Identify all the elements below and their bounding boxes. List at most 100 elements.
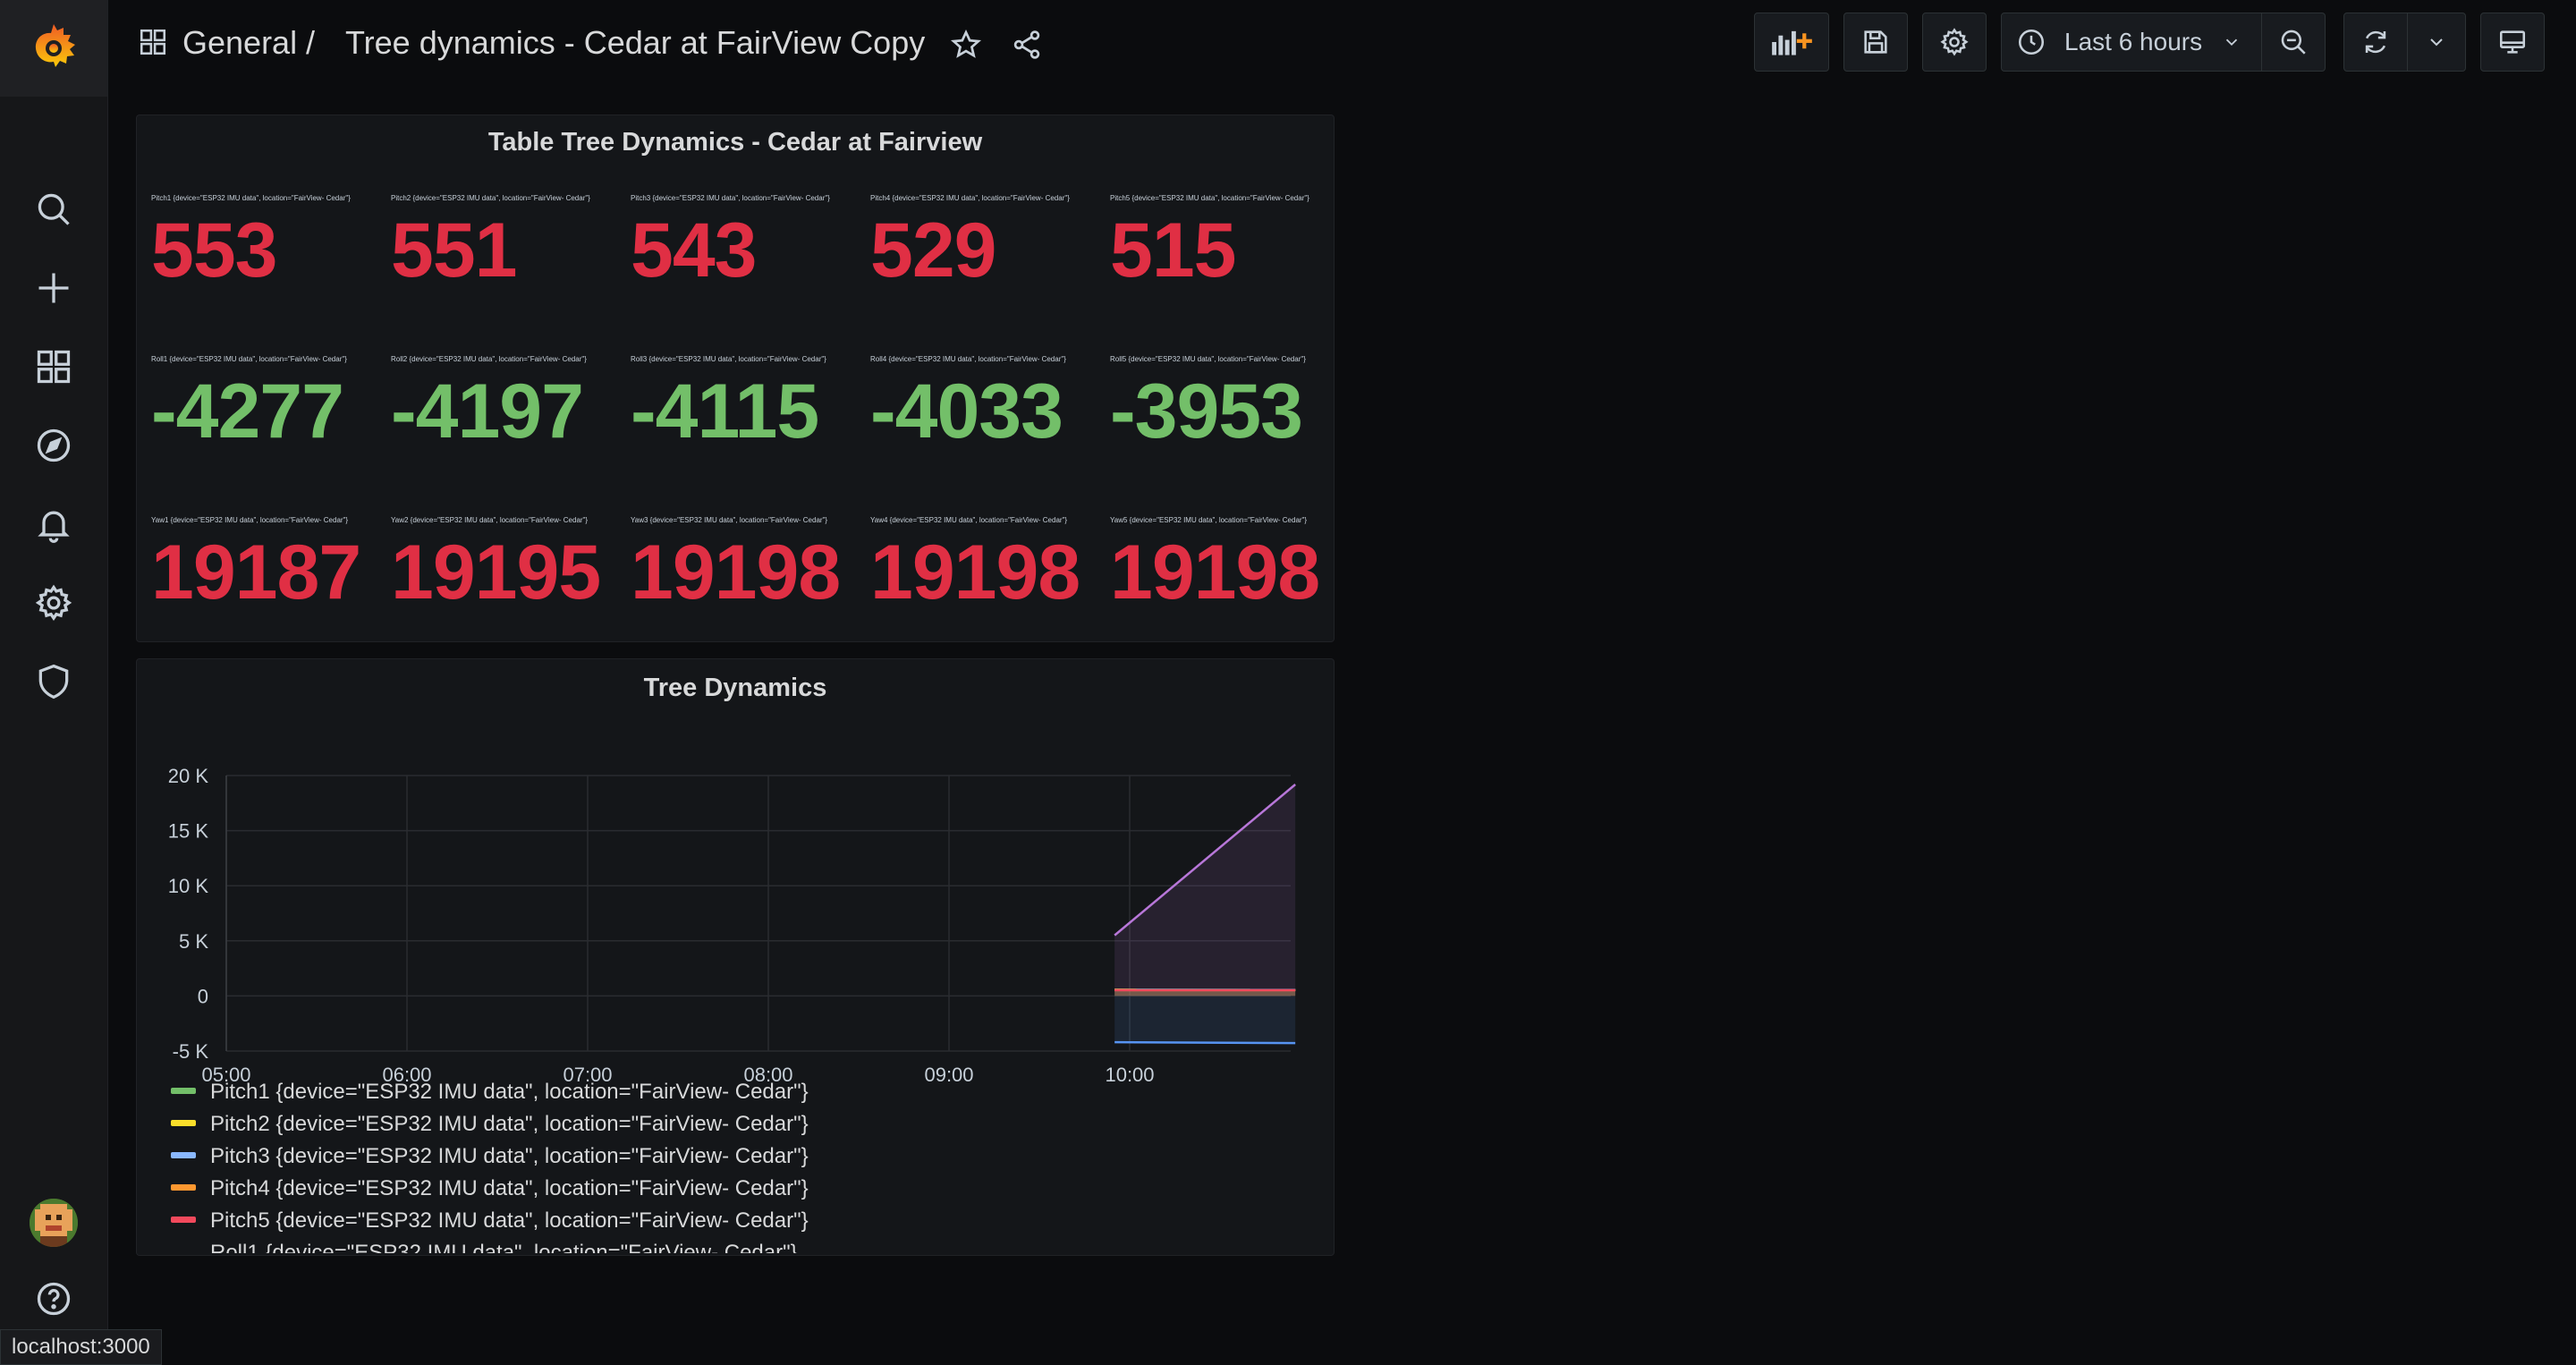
grafana-logo-icon [35, 24, 75, 67]
y-tick-label: 15 K [168, 820, 209, 843]
stat-cell[interactable]: Roll3 {device="ESP32 IMU data", location… [631, 355, 870, 507]
stat-label: Pitch2 {device="ESP32 IMU data", locatio… [391, 194, 590, 202]
legend-item[interactable]: Pitch5 {device="ESP32 IMU data", locatio… [171, 1208, 809, 1234]
series-area [1114, 784, 1296, 996]
legend-item[interactable]: Pitch3 {device="ESP32 IMU data", locatio… [171, 1144, 809, 1169]
breadcrumb-folder[interactable]: General [182, 24, 297, 62]
add-panel-button[interactable] [1754, 13, 1829, 72]
dashboard-title[interactable]: Tree dynamics - Cedar at FairView Copy [345, 24, 925, 62]
dashboards-grid-icon[interactable] [138, 27, 168, 62]
y-tick-label: 20 K [168, 765, 209, 787]
legend-label: Pitch3 {device="ESP32 IMU data", locatio… [210, 1144, 809, 1168]
stat-value: -4197 [391, 369, 584, 454]
configuration-icon[interactable] [32, 581, 75, 624]
legend-swatch [171, 1249, 196, 1253]
legend-item[interactable]: Pitch1 {device="ESP32 IMU data", locatio… [171, 1080, 809, 1105]
tree-dynamics-chart[interactable]: 20 K15 K10 K5 K0-5 K05:00 06:00 07:00 08:00… [137, 713, 1335, 1098]
stat-label: Yaw2 {device="ESP32 IMU data", location=… [391, 516, 589, 524]
stat-value: -3953 [1110, 369, 1303, 454]
refresh-button[interactable] [2343, 13, 2408, 72]
stat-label: Pitch4 {device="ESP32 IMU data", locatio… [870, 194, 1070, 202]
stat-cell[interactable]: Yaw3 {device="ESP32 IMU data", location=… [631, 516, 870, 668]
stat-cell[interactable]: Pitch2 {device="ESP32 IMU data", locatio… [391, 194, 631, 346]
sync-icon [2365, 30, 2386, 54]
share-icon[interactable] [1011, 29, 1043, 65]
grafana-logo[interactable] [0, 0, 107, 97]
star-icon[interactable] [950, 29, 982, 65]
sidebar [0, 0, 108, 1365]
legend-item-cutoff[interactable]: Roll1 {device="ESP32 IMU data", location… [171, 1241, 798, 1253]
stat-label: Yaw4 {device="ESP32 IMU data", location=… [870, 516, 1068, 524]
stat-label: Pitch1 {device="ESP32 IMU data", locatio… [151, 194, 351, 202]
stat-cell[interactable]: Pitch4 {device="ESP32 IMU data", locatio… [870, 194, 1110, 346]
legend-swatch [171, 1184, 196, 1191]
dashboard-settings-button[interactable] [1922, 13, 1987, 72]
time-picker-button[interactable]: Last 6 hours [2001, 13, 2262, 72]
graph-panel-title[interactable]: Tree Dynamics [137, 674, 1334, 703]
shield-icon[interactable] [32, 660, 75, 703]
legend-label: Roll1 {device="ESP32 IMU data", location… [210, 1241, 798, 1253]
stat-cell[interactable]: Roll1 {device="ESP32 IMU data", location… [151, 355, 391, 507]
clock-icon [2018, 29, 2045, 55]
stat-cell[interactable]: Yaw2 {device="ESP32 IMU data", location=… [391, 516, 631, 668]
stat-cell[interactable]: Roll5 {device="ESP32 IMU data", location… [1110, 355, 1350, 507]
stat-label: Roll4 {device="ESP32 IMU data", location… [870, 355, 1066, 363]
series-area [1114, 996, 1296, 1044]
top-navbar: General / Tree dynamics - Cedar at FairV… [107, 0, 2576, 89]
avatar[interactable] [30, 1199, 78, 1247]
alerting-icon[interactable] [32, 503, 75, 546]
explore-icon[interactable] [32, 424, 75, 467]
stat-value: -4115 [631, 369, 819, 454]
series-line [1114, 1040, 1296, 1045]
legend-label: Pitch4 {device="ESP32 IMU data", locatio… [210, 1176, 809, 1200]
plus-icon[interactable] [32, 267, 75, 309]
dashboards-icon[interactable] [32, 345, 75, 388]
x-tick-label: 10:00 [1105, 1064, 1154, 1086]
time-range-label: Last 6 hours [2064, 28, 2203, 55]
legend-label: Pitch5 {device="ESP32 IMU data", locatio… [210, 1208, 809, 1233]
legend-item[interactable]: Pitch4 {device="ESP32 IMU data", locatio… [171, 1176, 809, 1201]
stat-label: Yaw1 {device="ESP32 IMU data", location=… [151, 516, 349, 524]
stat-cell[interactable]: Roll4 {device="ESP32 IMU data", location… [870, 355, 1110, 507]
graph-panel[interactable]: Tree Dynamics 20 K 15 K 10 K5 K 0 -5 K 05:00 0… [136, 658, 1335, 1256]
stat-cell[interactable]: Pitch5 {device="ESP32 IMU data", locatio… [1110, 194, 1350, 346]
gear-icon [1940, 28, 1969, 56]
stat-value: 529 [870, 208, 996, 293]
refresh-interval-dropdown[interactable] [2407, 13, 2466, 72]
status-bar-url: localhost:3000 [0, 1329, 162, 1365]
stat-value: 515 [1110, 208, 1236, 293]
stat-label: Roll5 {device="ESP32 IMU data", location… [1110, 355, 1306, 363]
stat-value: -4277 [151, 369, 344, 454]
y-tick-label: 10 K [168, 875, 209, 897]
save-dashboard-button[interactable] [1843, 13, 1908, 72]
stat-cell[interactable]: Pitch1 {device="ESP32 IMU data", locatio… [151, 194, 391, 346]
legend-swatch [171, 1152, 196, 1159]
stat-value: 19198 [870, 530, 1080, 615]
monitor-icon [2499, 30, 2526, 54]
help-icon[interactable] [32, 1277, 75, 1320]
stat-label: Pitch3 {device="ESP32 IMU data", locatio… [631, 194, 830, 202]
stat-cell[interactable]: Roll2 {device="ESP32 IMU data", location… [391, 355, 631, 507]
stat-value: 19198 [1110, 530, 1320, 615]
stat-cell[interactable]: Yaw5 {device="ESP32 IMU data", location=… [1110, 516, 1350, 668]
stat-cell[interactable]: Yaw4 {device="ESP32 IMU data", location=… [870, 516, 1110, 668]
stat-label: Yaw5 {device="ESP32 IMU data", location=… [1110, 516, 1308, 524]
add-panel-icon [1772, 30, 1812, 55]
stat-value: 551 [391, 208, 517, 293]
stat-panel[interactable]: Table Tree Dynamics - Cedar at Fairview … [136, 114, 1335, 642]
y-tick-label: -5 K [173, 1040, 209, 1063]
zoom-out-button[interactable] [2261, 13, 2326, 72]
legend-label: Pitch1 {device="ESP32 IMU data", locatio… [210, 1080, 809, 1104]
stat-value: 543 [631, 208, 757, 293]
stat-label: Pitch5 {device="ESP32 IMU data", locatio… [1110, 194, 1309, 202]
save-icon [1864, 30, 1887, 54]
search-icon[interactable] [32, 188, 75, 231]
stat-cell[interactable]: Pitch3 {device="ESP32 IMU data", locatio… [631, 194, 870, 346]
stat-cell[interactable]: Yaw1 {device="ESP32 IMU data", location=… [151, 516, 391, 668]
zoom-out-icon [2281, 30, 2306, 55]
stat-panel-title[interactable]: Table Tree Dynamics - Cedar at Fairview [137, 128, 1334, 157]
tv-mode-button[interactable] [2480, 13, 2545, 72]
stat-label: Yaw3 {device="ESP32 IMU data", location=… [631, 516, 828, 524]
legend-item[interactable]: Pitch2 {device="ESP32 IMU data", locatio… [171, 1112, 809, 1137]
stat-value: -4033 [870, 369, 1063, 454]
